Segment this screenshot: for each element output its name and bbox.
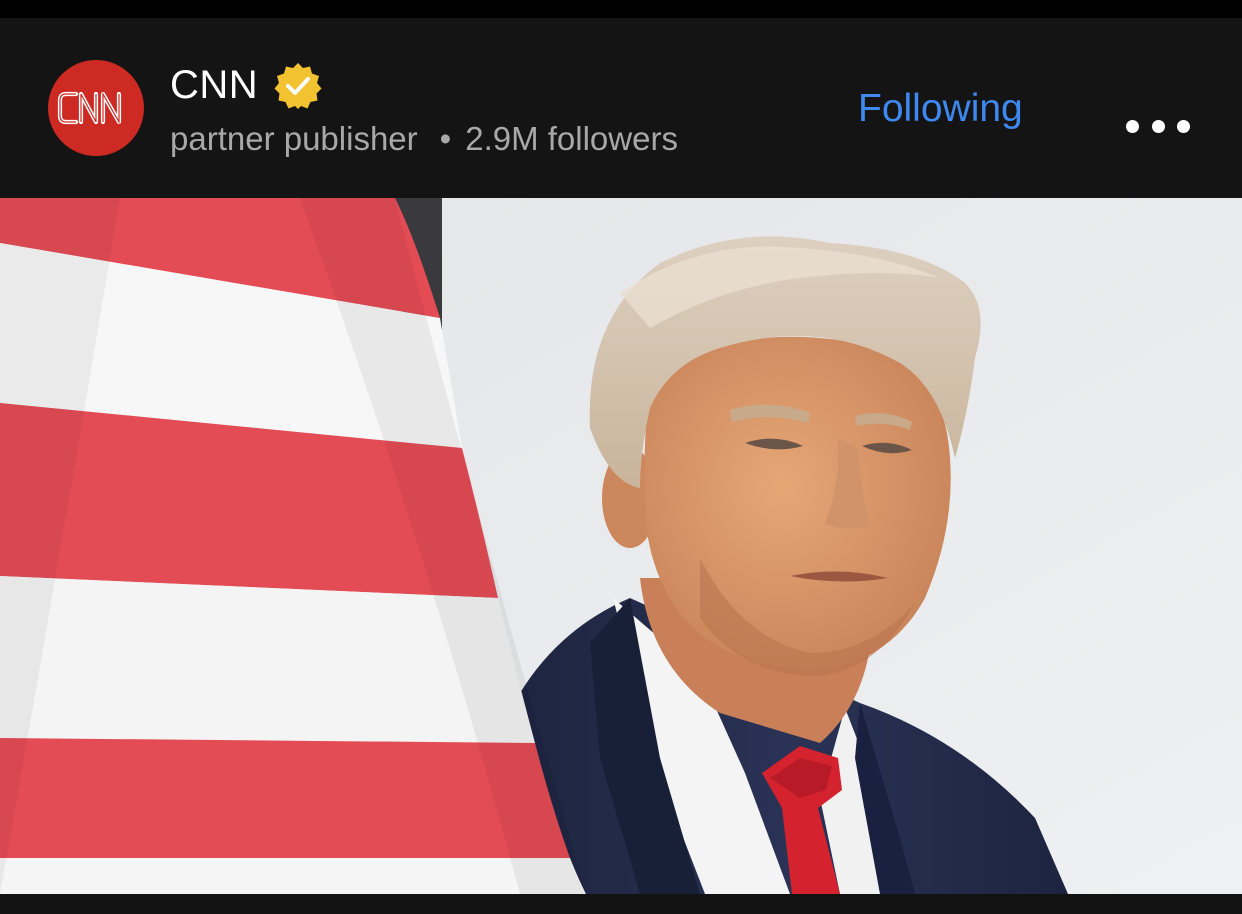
post-card: CNN partner publisher • 2.9M followers Fol… [0,0,1242,914]
publisher-type: partner publisher [170,120,418,157]
follower-count: 2.9M followers [465,120,678,157]
meta-separator: • [439,120,452,157]
post-photo [0,198,1242,894]
cnn-logo [57,91,122,125]
verified-badge-icon [274,63,322,109]
following-button[interactable]: Following [858,86,1023,132]
publisher-name[interactable]: CNN [170,62,258,108]
post-image[interactable] [0,198,1242,894]
more-dot [1126,119,1139,133]
top-edge [0,0,1242,18]
more-options-icon[interactable] [1126,106,1190,146]
publisher-meta: partner publisher • 2.9M followers [170,119,678,159]
publisher-avatar[interactable] [48,60,144,156]
more-dot [1177,119,1190,133]
bottom-edge [0,894,1242,914]
post-header: CNN partner publisher • 2.9M followers Fol… [0,18,1242,198]
more-dot [1151,119,1165,133]
